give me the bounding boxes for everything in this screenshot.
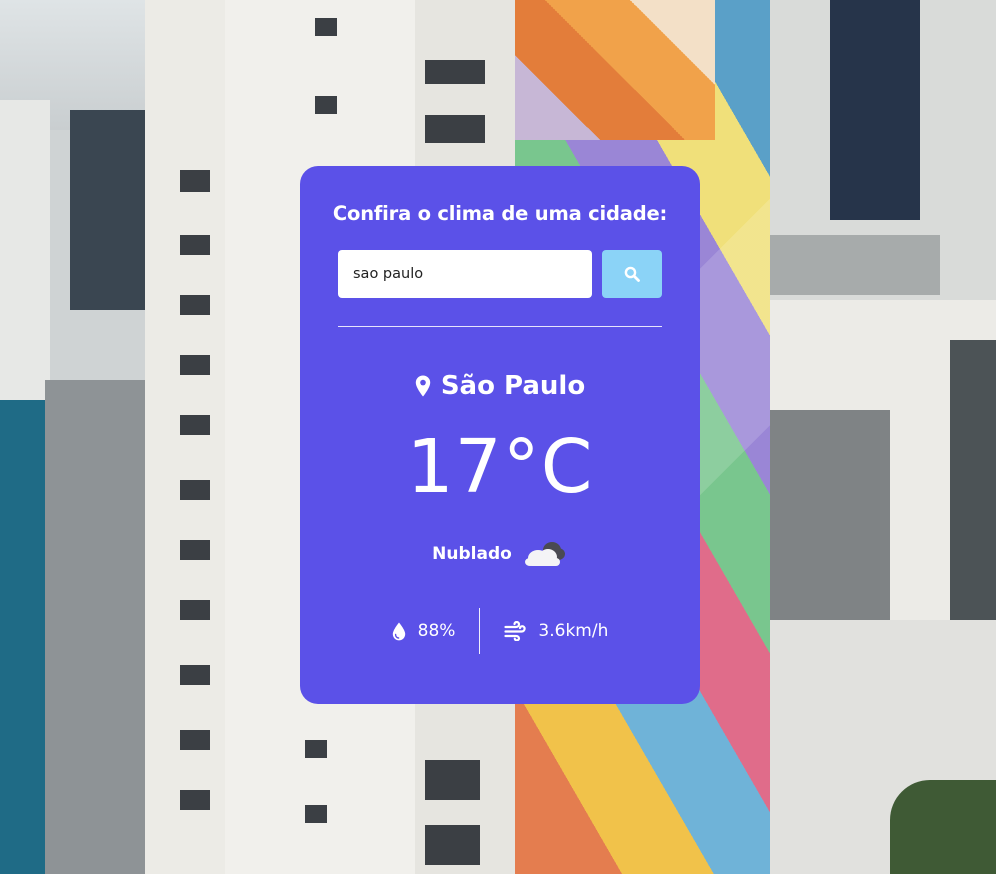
city-heading: São Paulo [300,366,700,406]
weather-details: 88% 3.6km/h [300,608,700,654]
wind-detail: 3.6km/h [480,621,632,641]
card-title: Confira o clima de uma cidade: [332,202,668,225]
droplet-icon [392,622,405,640]
search-icon [624,266,640,282]
search-button[interactable] [602,250,662,298]
weather-card: Confira o clima de uma cidade: São Paulo… [300,166,700,704]
temperature-value: 17 [406,424,503,510]
weather-description: Nublado [300,534,700,574]
temperature-unit: °C [502,424,594,510]
search-bar [338,250,662,298]
map-pin-icon [415,375,431,397]
divider [338,326,662,327]
weather-description-text: Nublado [432,544,512,564]
city-name: São Paulo [440,371,586,401]
city-search-input[interactable] [338,250,592,298]
temperature: 17°C [300,424,700,510]
wind-value: 3.6km/h [538,621,609,641]
wind-icon [504,621,527,641]
humidity-detail: 88% [368,621,480,641]
humidity-value: 88% [417,621,456,641]
cloud-icon [524,542,565,566]
